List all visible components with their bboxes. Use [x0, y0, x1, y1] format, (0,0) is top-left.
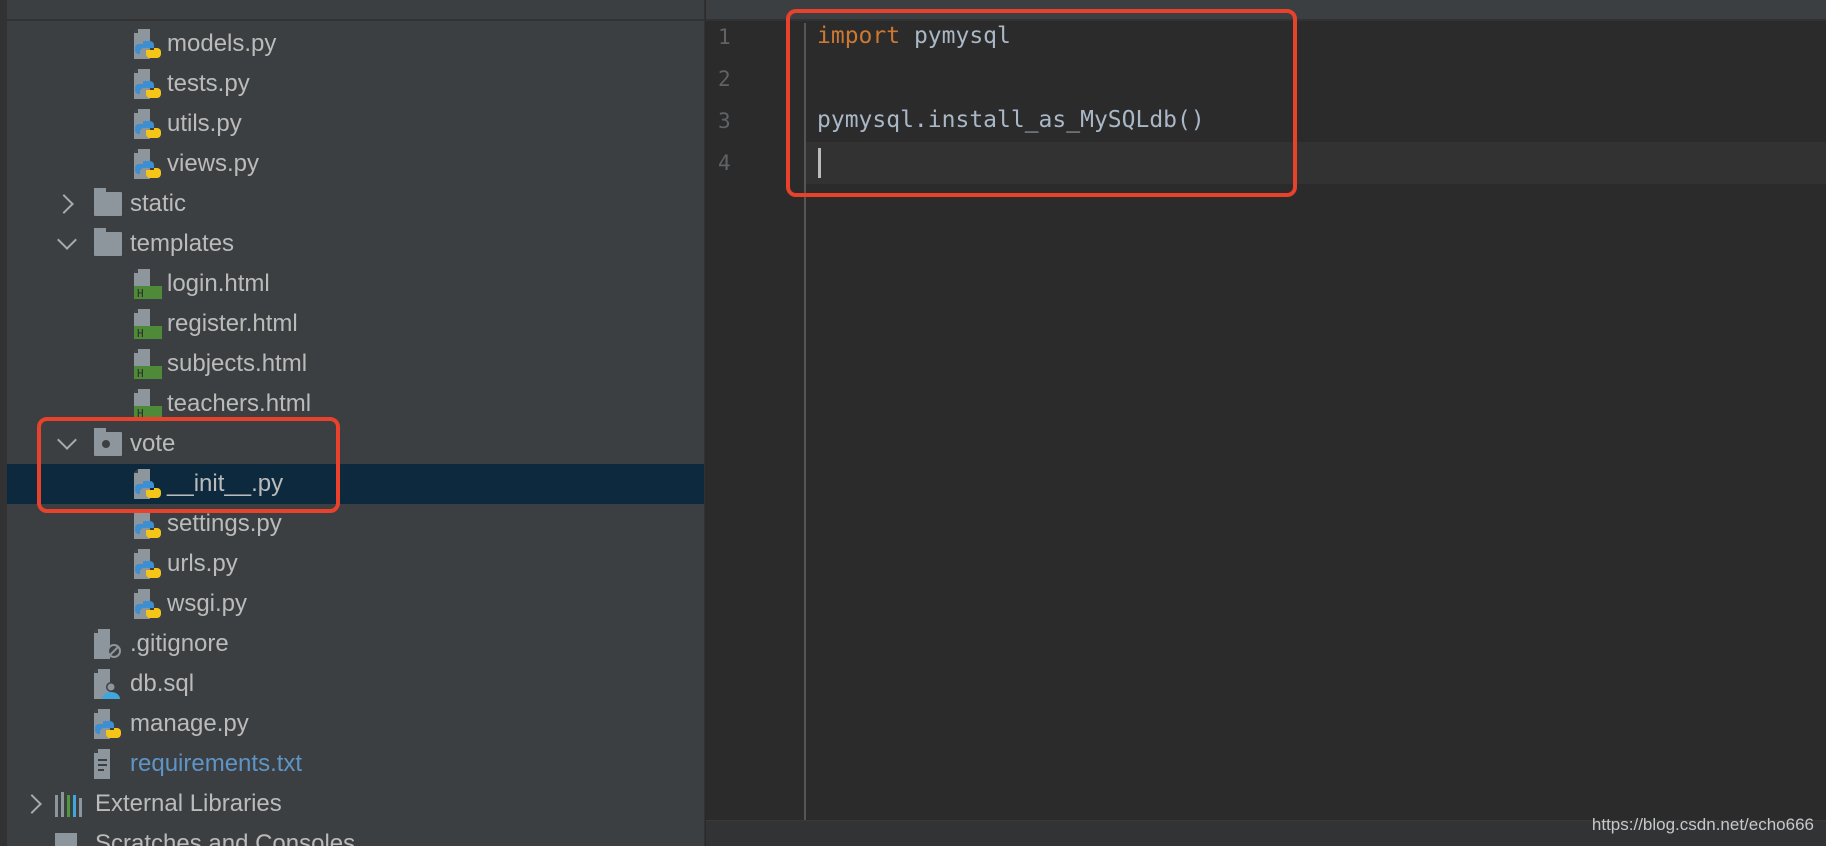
text-file-icon — [94, 749, 122, 779]
tree-item[interactable]: Hlogin.html — [7, 264, 704, 304]
tree-item-label: __init__.py — [167, 470, 284, 497]
tree-item[interactable]: Scratches and Consoles — [7, 824, 704, 846]
code-text: pymysql — [900, 23, 1011, 49]
project-tree-panel: models.py tests.py utils.py views.py static t… — [0, 0, 705, 846]
tree-item-label: wsgi.py — [167, 590, 248, 617]
chevron-right-icon[interactable] — [22, 794, 42, 814]
folder-icon — [94, 188, 122, 216]
python-file-icon — [134, 109, 162, 139]
watermark: https://blog.csdn.net/echo666 — [1591, 815, 1814, 834]
tree-item[interactable]: __init__.py — [7, 464, 704, 504]
svg-text:H: H — [137, 407, 144, 419]
svg-text:H: H — [137, 287, 144, 299]
svg-text:H: H — [137, 327, 144, 339]
tree-item[interactable]: vote — [7, 424, 704, 464]
tree-item[interactable]: models.py — [7, 24, 704, 64]
code-line[interactable]: import pymysql — [817, 23, 1011, 49]
tree-item-label: models.py — [167, 30, 277, 57]
tree-item-label: tests.py — [167, 70, 250, 97]
text-caret — [818, 148, 821, 178]
tree-item[interactable]: Hsubjects.html — [7, 344, 704, 384]
tool-window-strip — [0, 0, 7, 846]
tree-item[interactable]: db.sql — [7, 664, 704, 704]
package-folder-icon — [94, 428, 122, 456]
line-number: 3 — [718, 109, 731, 133]
libraries-icon — [55, 789, 83, 819]
python-file-icon — [94, 709, 122, 739]
tree-item-label: teachers.html — [167, 390, 312, 417]
tree-item[interactable]: urls.py — [7, 544, 704, 584]
code-line[interactable]: pymysql.install_as_MySQLdb() — [817, 107, 1205, 133]
chevron-down-icon[interactable] — [57, 230, 77, 250]
keyword: import — [817, 23, 901, 49]
line-number: 4 — [718, 151, 731, 175]
python-file-icon — [134, 549, 162, 579]
line-number: 2 — [718, 67, 731, 91]
tree-item[interactable]: tests.py — [7, 64, 704, 104]
tree-item[interactable]: External Libraries — [7, 784, 704, 824]
chevron-right-icon[interactable] — [54, 194, 74, 214]
chevron-down-icon[interactable] — [57, 430, 77, 450]
tree-item[interactable]: manage.py — [7, 704, 704, 744]
tree-item[interactable]: Hregister.html — [7, 304, 704, 344]
html-file-icon: H — [134, 269, 162, 300]
tree-item[interactable]: requirements.txt — [7, 744, 704, 784]
python-file-icon — [134, 509, 162, 539]
tree-item[interactable]: utils.py — [7, 104, 704, 144]
panel-header — [0, 0, 704, 21]
tree-item-label: login.html — [167, 270, 270, 297]
tree-item[interactable]: static — [7, 184, 704, 224]
tree-item-label: requirements.txt — [130, 750, 303, 777]
tree-item-label: db.sql — [130, 670, 195, 697]
python-file-icon — [134, 69, 162, 99]
html-file-icon: H — [134, 309, 162, 340]
tree-item[interactable]: Hteachers.html — [7, 384, 704, 424]
tree-item-label: subjects.html — [167, 350, 308, 377]
line-number: 1 — [718, 25, 731, 49]
tree-item[interactable]: settings.py — [7, 504, 704, 544]
tree-item[interactable]: wsgi.py — [7, 584, 704, 624]
python-file-icon — [134, 29, 162, 59]
html-file-icon: H — [134, 349, 162, 380]
html-file-icon: H — [134, 389, 162, 420]
tree-item-label: Scratches and Consoles — [95, 830, 356, 846]
folder-icon — [94, 228, 122, 256]
gutter-separator — [804, 23, 806, 820]
svg-text:H: H — [137, 367, 144, 379]
code-text: pymysql.install_as_MySQLdb() — [817, 107, 1205, 133]
tree-item[interactable]: .gitignore — [7, 624, 704, 664]
python-file-icon — [134, 149, 162, 179]
tree-item-label: utils.py — [167, 110, 242, 137]
tree-item-label: manage.py — [130, 710, 249, 737]
tree-item-label: templates — [130, 230, 235, 257]
tree-item-label: register.html — [167, 310, 298, 337]
tree-item-label: vote — [130, 430, 176, 457]
python-file-icon — [134, 469, 162, 499]
tree-item[interactable]: templates — [7, 224, 704, 264]
tree-item-label: External Libraries — [95, 790, 282, 817]
sql-file-icon — [94, 669, 122, 699]
gitignore-file-icon — [94, 629, 122, 659]
tree-item-label: settings.py — [167, 510, 282, 537]
current-line-highlight — [806, 142, 1826, 184]
tree-item-label: urls.py — [167, 550, 238, 577]
tree-item[interactable]: views.py — [7, 144, 704, 184]
tree-item-label: static — [130, 190, 187, 217]
tree-item-label: .gitignore — [130, 630, 229, 657]
tree-item-label: views.py — [167, 150, 260, 177]
scratches-icon — [55, 829, 83, 846]
python-file-icon — [134, 589, 162, 619]
editor-tabs — [706, 0, 1826, 21]
code-editor[interactable]: 1 import pymysql 2 3 pymysql.install_as_MySQ… — [706, 0, 1826, 846]
